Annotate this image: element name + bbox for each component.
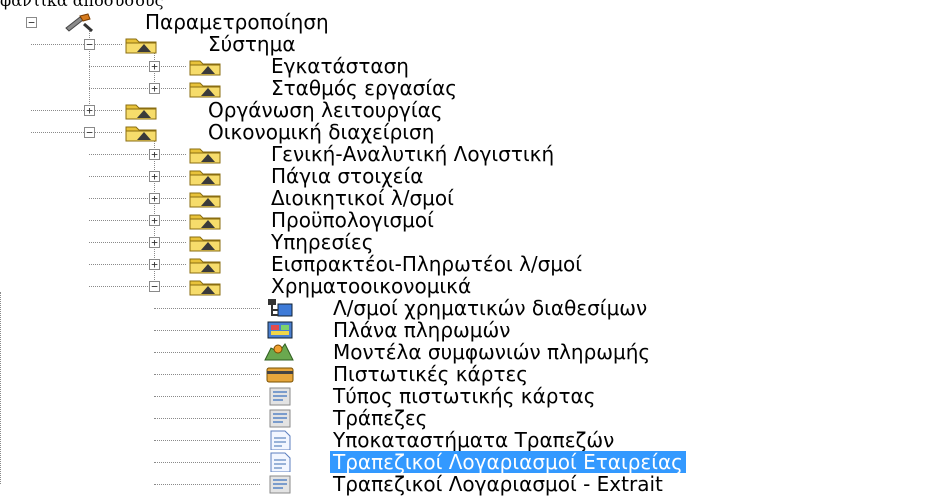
- list-form-icon: [262, 386, 296, 406]
- expand-toggle[interactable]: +: [84, 105, 95, 116]
- tree-connector-line: [31, 132, 122, 133]
- folder-icon: [124, 100, 158, 120]
- expand-toggle[interactable]: +: [149, 193, 160, 204]
- expand-toggle[interactable]: +: [149, 61, 160, 72]
- tree-connector-line: [89, 176, 186, 177]
- payment-model-icon: [262, 342, 296, 362]
- tree-item-label[interactable]: Παραμετροποίηση: [142, 11, 332, 33]
- tree-connector-line: [31, 110, 122, 111]
- tree-item-label[interactable]: Οργάνωση λειτουργίας: [205, 99, 446, 121]
- folder-icon: [188, 78, 222, 98]
- expand-toggle[interactable]: +: [149, 215, 160, 226]
- collapse-toggle[interactable]: −: [84, 127, 95, 138]
- expand-toggle[interactable]: +: [149, 171, 160, 182]
- payment-plan-icon: [262, 320, 296, 340]
- tree-item-label[interactable]: Υπηρεσίες: [268, 231, 376, 253]
- tree-connector-line: [89, 264, 186, 265]
- expand-toggle[interactable]: +: [149, 237, 160, 248]
- tree-connector-line: [89, 88, 186, 89]
- tree-connector-line: [31, 44, 122, 45]
- tree-connector-line: [89, 198, 186, 199]
- folder-icon: [188, 276, 222, 296]
- tree-connector-line: [154, 418, 260, 419]
- folder-icon: [124, 122, 158, 142]
- expand-toggle[interactable]: +: [149, 149, 160, 160]
- folder-icon: [188, 166, 222, 186]
- tree-item-label[interactable]: Τραπεζικοί Λογαριασμοί Εταιρείας: [330, 451, 686, 473]
- navigation-tree: − Παραμετροποίηση − Σύστημα + Εγκατάσταση + Στα…: [0, 0, 950, 495]
- expand-toggle[interactable]: +: [149, 259, 160, 270]
- tree-item-label[interactable]: Τύπος πιστωτικής κάρτας: [330, 385, 598, 407]
- tree-item-label[interactable]: Λ/σμοί χρηματικών διαθεσίμων: [330, 297, 650, 319]
- tree-item-label[interactable]: Εγκατάσταση: [268, 55, 412, 77]
- collapse-toggle[interactable]: −: [26, 17, 37, 28]
- tree-connector-line: [0, 292, 1, 484]
- tree-item-label[interactable]: Οικονομική διαχείριση: [205, 121, 437, 143]
- tree-item-label[interactable]: Πλάνα πληρωμών: [330, 319, 513, 341]
- list-form-icon: [262, 408, 296, 428]
- list-form-icon: [262, 474, 296, 494]
- tree-item-label[interactable]: Πιστωτικές κάρτες: [330, 363, 531, 385]
- folder-icon: [188, 232, 222, 252]
- tree-connector-line: [154, 308, 260, 309]
- tree-item-label[interactable]: Προϋπολογισμοί: [268, 209, 437, 231]
- tree-connector-line: [154, 352, 260, 353]
- tree-item-label[interactable]: Σταθμός εργασίας: [268, 77, 460, 99]
- tree-connector-line: [154, 462, 260, 463]
- document-icon: [262, 452, 296, 472]
- tree-connector-line: [89, 220, 186, 221]
- tree-item-label[interactable]: Υποκαταστήματα Τραπεζών: [330, 429, 617, 451]
- tree-item-label[interactable]: Σύστημα: [205, 33, 299, 55]
- tree-connector-line: [154, 374, 260, 375]
- tree-item-label[interactable]: Γενική-Αναλυτική Λογιστική: [268, 143, 557, 165]
- collapse-toggle[interactable]: −: [149, 281, 160, 292]
- tree-connector-line: [89, 286, 186, 287]
- credit-card-icon: [262, 364, 296, 384]
- tree-item-label[interactable]: Τράπεζες: [330, 407, 430, 429]
- tree-item-label[interactable]: Εισπρακτέοι-Πληρωτέοι λ/σμοί: [268, 253, 585, 275]
- folder-icon: [188, 254, 222, 274]
- tree-item-label[interactable]: Διοικητικοί λ/σμοί: [268, 187, 457, 209]
- tools-icon: [62, 12, 96, 32]
- tree-item-label[interactable]: Πάγια στοιχεία: [268, 165, 426, 187]
- tree-connector-line: [154, 484, 260, 485]
- accounts-tree-icon: [262, 298, 296, 318]
- tree-connector-line: [154, 440, 260, 441]
- tree-connector-line: [89, 242, 186, 243]
- folder-icon: [188, 56, 222, 76]
- tree-connector-line: [154, 330, 260, 331]
- tree-item-label[interactable]: Μοντέλα συμφωνιών πληρωμής: [330, 341, 653, 363]
- tree-connector-line: [89, 154, 186, 155]
- folder-icon: [188, 188, 222, 208]
- expand-toggle[interactable]: +: [149, 83, 160, 94]
- tree-item-label[interactable]: Τραπεζικοί Λογαριασμοί - Extrait: [330, 473, 666, 495]
- tree-connector-line: [89, 66, 186, 67]
- collapse-toggle[interactable]: −: [84, 39, 95, 50]
- folder-icon: [188, 144, 222, 164]
- tree-item-label[interactable]: Χρηματοοικονομικά: [268, 275, 474, 297]
- folder-icon: [124, 34, 158, 54]
- folder-icon: [188, 210, 222, 230]
- document-icon: [262, 430, 296, 450]
- tree-connector-line: [154, 396, 260, 397]
